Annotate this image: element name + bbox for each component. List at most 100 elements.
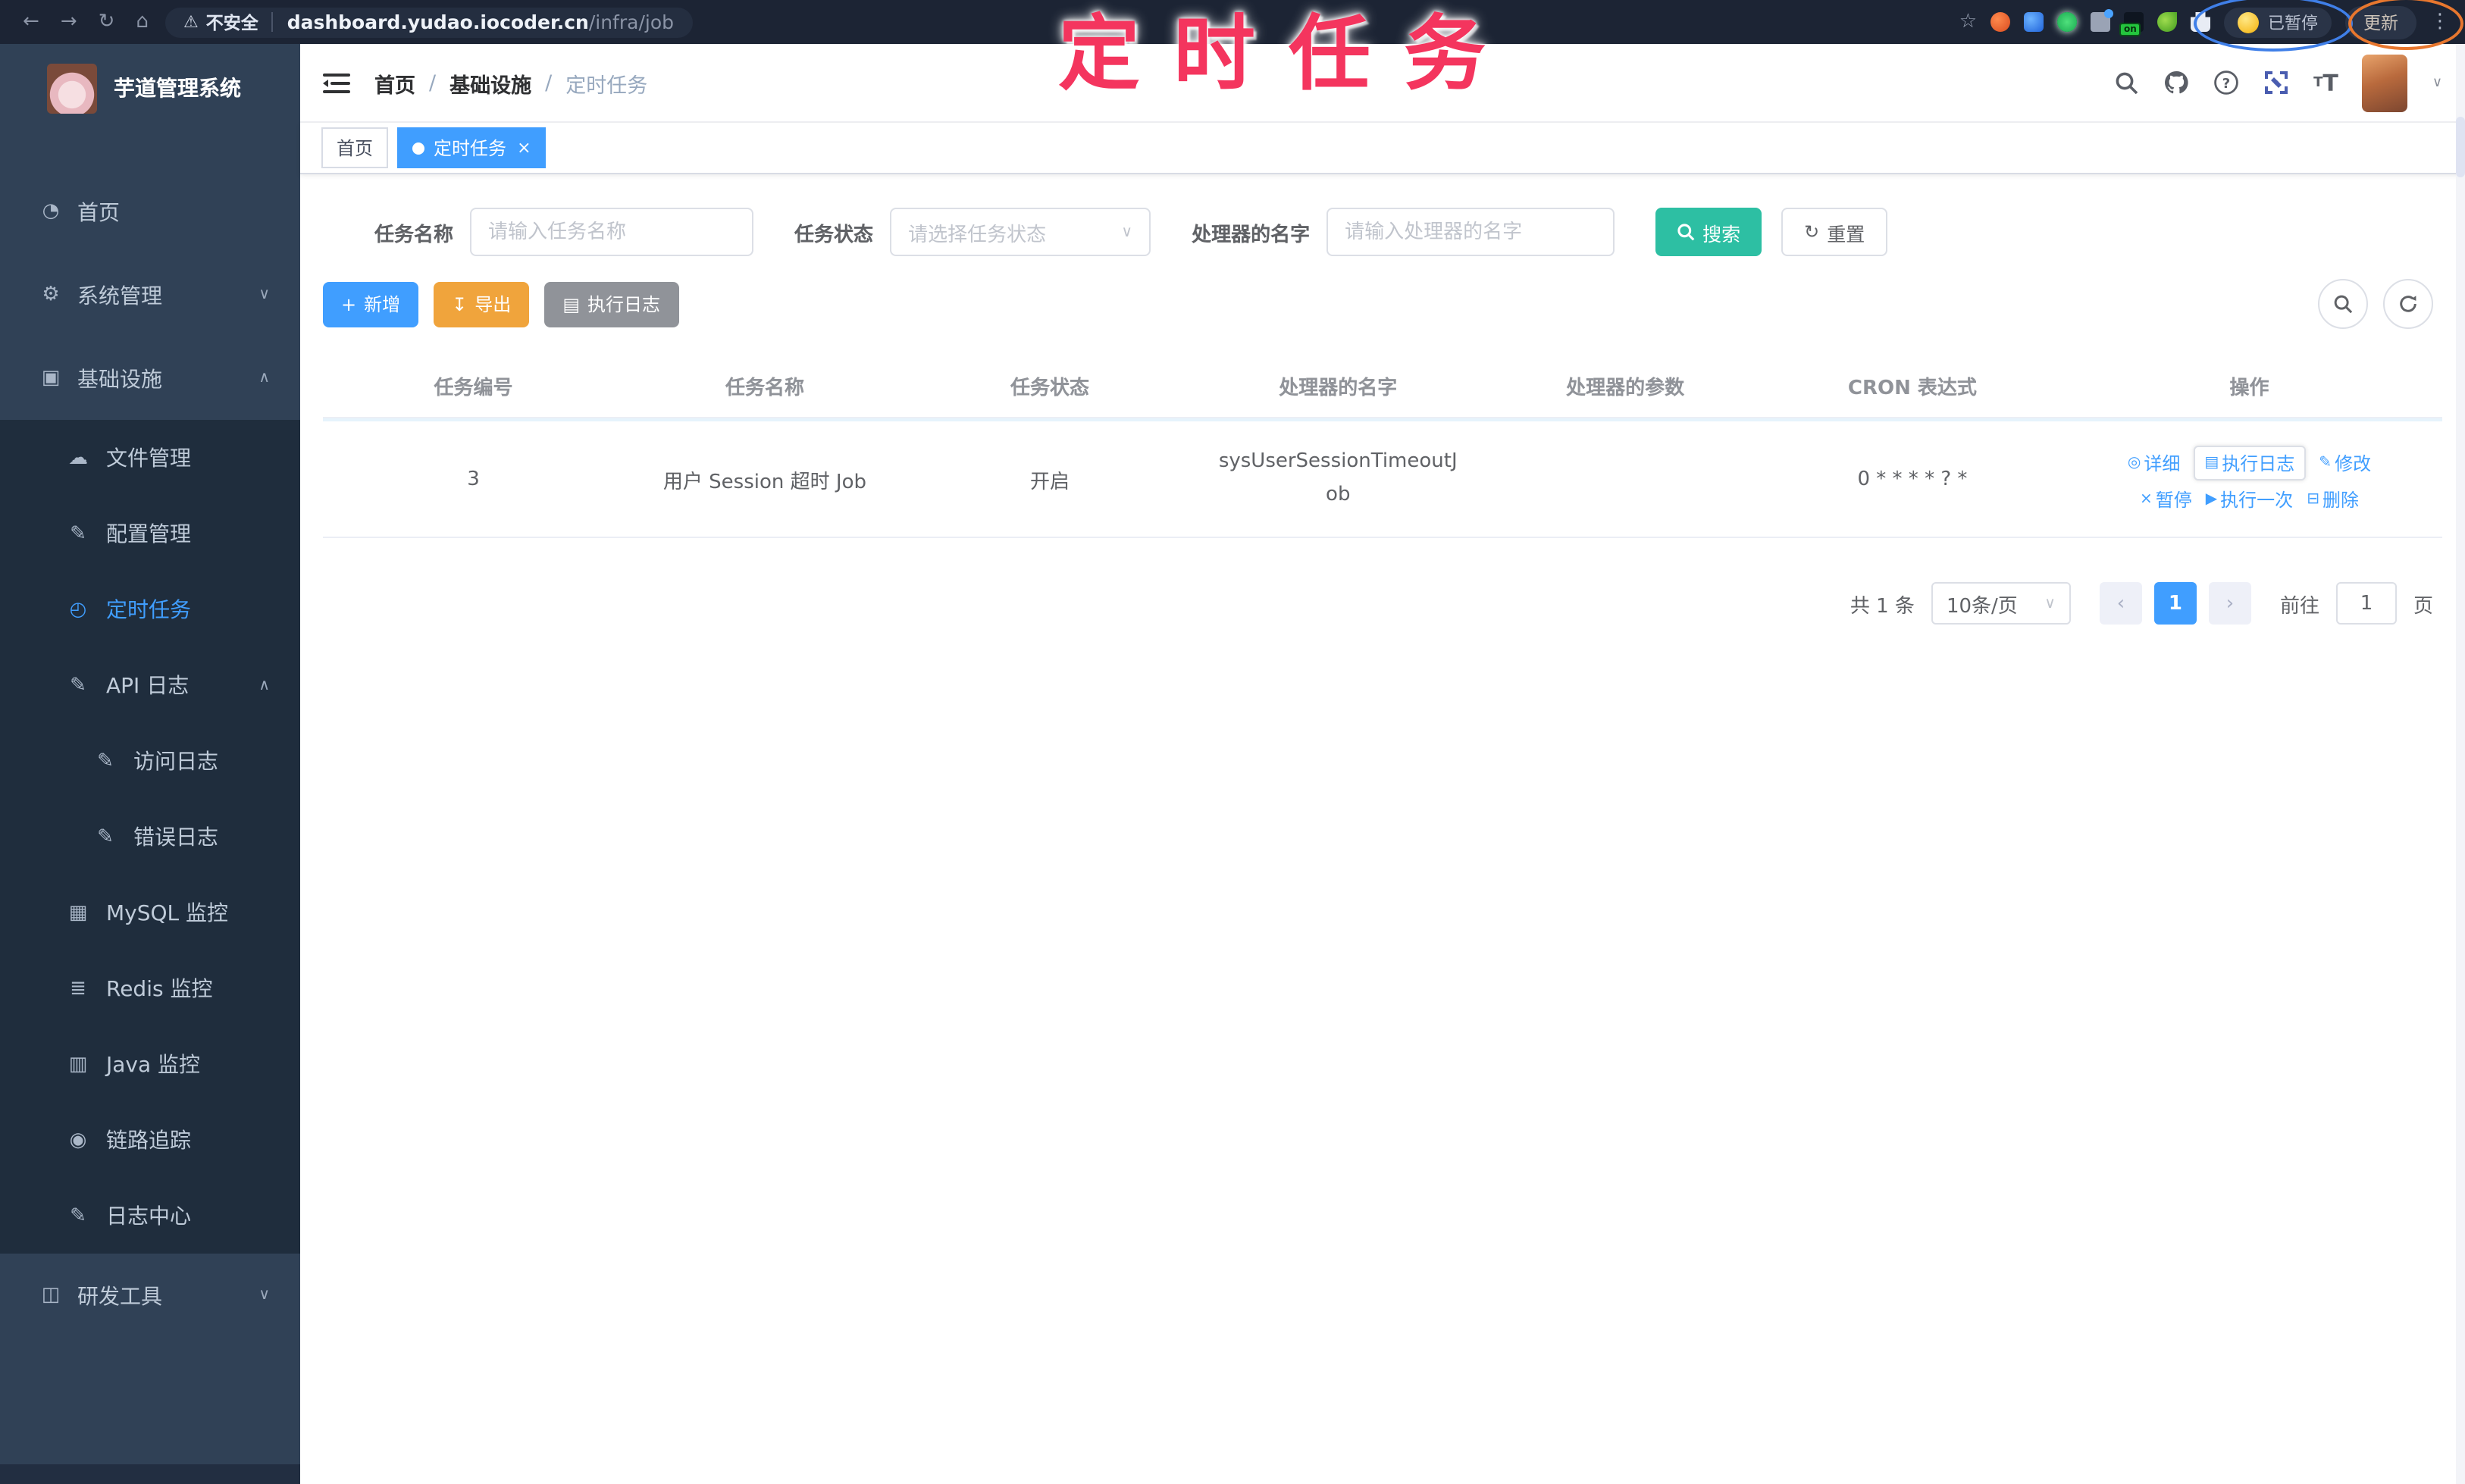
home-icon[interactable]: ⌂ [136,0,149,44]
sidebar-item-config-management[interactable]: ✎ 配置管理 [0,496,300,571]
github-icon[interactable] [2163,70,2189,95]
column-header: 任务名称 [725,377,804,399]
edit-icon: ✎ [97,825,114,848]
avatar-caret-icon[interactable]: ∨ [2432,75,2442,90]
detail-link[interactable]: ◎ 详细 [2128,450,2181,476]
close-icon[interactable]: × [517,138,531,158]
sidebar-item-scheduled-jobs[interactable]: ◴ 定时任务 [0,571,300,647]
user-avatar[interactable] [2362,54,2408,111]
sidebar-item-label: 配置管理 [106,523,191,547]
breadcrumb-home[interactable]: 首页 [374,67,415,98]
task-name-input[interactable] [470,208,754,256]
sidebar-item-error-log[interactable]: ✎ 错误日志 [0,799,300,875]
goto-label: 前往 [2279,595,2319,618]
sidebar-item-mysql-monitor[interactable]: ▦ MySQL 监控 [0,875,300,950]
prev-page-button[interactable]: ‹ [2099,582,2142,625]
browser-toolbar: ← → ↻ ⌂ ⚠ 不安全 dashboard.yudao.iocoder.cn… [0,0,2465,52]
sidebar-item-log-center[interactable]: ✎ 日志中心 [0,1178,300,1254]
extensions-puzzle-icon[interactable] [2191,12,2210,32]
cloud-upload-icon: ☁ [68,446,88,469]
table-row[interactable]: 3 用户 Session 超时 Job 开启 sysUserSessionTim… [323,421,2442,538]
breadcrumb-separator: / [429,70,437,95]
extension-icon[interactable] [2157,12,2177,32]
handler-name-input[interactable] [1326,208,1615,256]
extension-icon[interactable] [2091,9,2113,32]
sidebar-item-access-log[interactable]: ✎ 访问日志 [0,723,300,799]
page-size-value: 10条/页 [1946,595,2018,618]
search-icon[interactable] [2115,70,2139,95]
profile-paused-chip[interactable]: 已暂停 [2224,7,2332,37]
window-scrollbar[interactable] [2456,44,2465,1484]
task-status-select[interactable]: 请选择任务状态 ∨ [890,208,1151,256]
browser-menu-icon[interactable]: ⋮ [2430,11,2450,33]
refresh-table-button[interactable] [2383,279,2433,329]
extension-icon[interactable] [1990,12,2010,32]
delete-link[interactable]: ⊟ 删除 [2307,487,2359,512]
sidebar-item-label: 错误日志 [133,826,218,850]
tab-scheduled-jobs[interactable]: 定时任务 × [397,127,547,168]
sidebar-item-label: 文件管理 [106,447,191,471]
sidebar-item-redis-monitor[interactable]: ≣ Redis 监控 [0,950,300,1026]
scrollbar-thumb[interactable] [2456,117,2465,177]
logo-avatar [47,63,97,113]
app-logo[interactable]: 芋道管理系统 [0,44,300,132]
job-cron: 0 * * * * ? * [1857,468,1968,490]
briefcase-icon: ◫ [41,1284,61,1307]
layers-icon: ≣ [70,977,86,1000]
page-content: 任务名称 任务状态 请选择任务状态 ∨ 处理器的名字 [300,174,2465,1484]
bookmark-star-icon[interactable]: ☆ [1959,11,1977,33]
sidebar-item-dev-tools[interactable]: ◫ 研发工具 ∨ [0,1254,300,1337]
edit-link[interactable]: ✎ 修改 [2319,450,2371,476]
breadcrumb-section[interactable]: 基础设施 [449,67,531,98]
back-icon[interactable]: ← [23,0,39,44]
column-header: 处理器的名字 [1279,377,1398,399]
search-button[interactable]: 搜索 [1655,208,1762,256]
add-button[interactable]: + 新增 [323,281,419,327]
reset-button[interactable]: ↻ 重置 [1781,208,1888,256]
job-name: 用户 Session 超时 Job [662,471,866,493]
svg-text:?: ? [2222,76,2230,92]
sidebar-item-tracing[interactable]: ◉ 链路追踪 [0,1102,300,1178]
chevron-down-icon: ∨ [258,1287,270,1304]
exec-log-link[interactable]: ▤ 执行日志 [2194,446,2306,481]
extension-icon[interactable] [2057,12,2077,32]
sidebar-item-java-monitor[interactable]: ▥ Java 监控 [0,1026,300,1102]
sidebar-item-home[interactable]: ◔ 首页 [0,170,300,253]
extension-icon[interactable] [2024,12,2044,32]
goto-page-input[interactable] [2335,582,2397,625]
next-page-button[interactable]: › [2208,582,2251,625]
font-size-icon[interactable]: TT [2313,69,2338,96]
export-button[interactable]: ↧ 导出 [434,281,530,327]
edit-icon: ✎ [97,750,114,772]
navbar-actions: ? TT ∨ [2115,54,2442,111]
forward-icon[interactable]: → [61,0,77,44]
fullscreen-icon[interactable] [2263,70,2289,95]
address-bar[interactable]: ⚠ 不安全 dashboard.yudao.iocoder.cn /infra/… [164,7,692,37]
filter-form: 任务名称 任务状态 请选择任务状态 ∨ 处理器的名字 [374,208,2442,256]
tab-home[interactable]: 首页 [321,127,389,168]
help-icon[interactable]: ? [2213,70,2239,95]
job-handler: sysUserSessionTimeoutJob [1218,449,1458,506]
reload-icon[interactable]: ↻ [99,0,115,44]
page-size-select[interactable]: 10条/页 ∨ [1931,582,2071,625]
sidebar-item-file-management[interactable]: ☁ 文件管理 [0,420,300,496]
sidebar-item-infra[interactable]: ▣ 基础设施 ∧ [0,337,300,420]
toggle-search-button[interactable] [2318,279,2368,329]
screen: 定时任务 ← → ↻ ⌂ ⚠ 不安全 dashboard.yudao.iocod… [0,0,2465,1484]
exec-log-button[interactable]: ▤ 执行日志 [544,281,679,327]
hamburger-icon[interactable] [323,70,350,95]
extension-icon[interactable]: on [2119,12,2144,36]
log-icon: ▤ [2204,455,2219,471]
jobs-table: 任务编号 任务名称 任务状态 处理器的名字 处理器的参数 CRON 表达式 操作… [323,353,2442,538]
divider [271,12,274,32]
run-once-link[interactable]: ▶ 执行一次 [2206,487,2293,512]
pagination: 共 1 条 10条/页 ∨ ‹ 1 › 前往 页 [323,582,2442,625]
sidebar-item-system[interactable]: ⚙ 系统管理 ∨ [0,253,300,337]
eye-icon: ◎ [2127,455,2141,471]
sidebar-item-api-log[interactable]: ✎ API 日志 ∧ [0,647,300,723]
pause-link[interactable]: × 暂停 [2140,487,2192,512]
browser-update-button[interactable]: 更新 [2345,5,2416,39]
chevron-up-icon: ∧ [258,370,270,387]
page-1-button[interactable]: 1 [2153,582,2197,625]
filter-status-group: 任务状态 请选择任务状态 ∨ [794,208,1151,256]
